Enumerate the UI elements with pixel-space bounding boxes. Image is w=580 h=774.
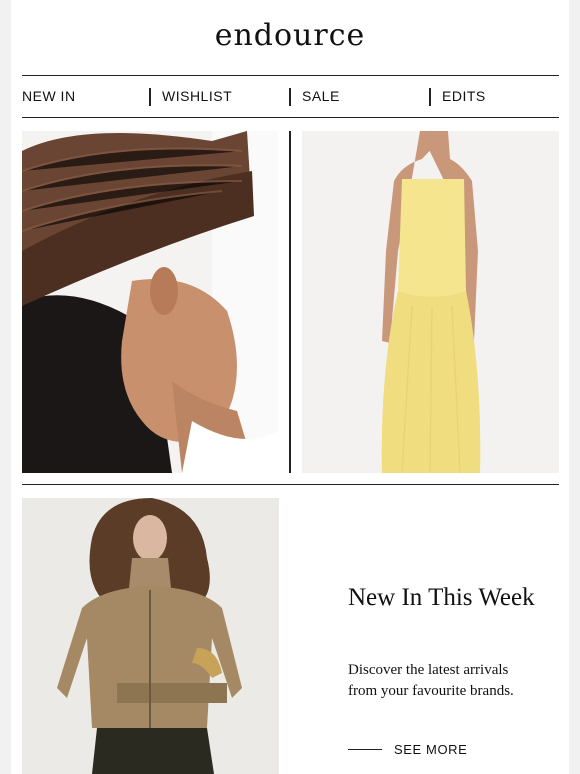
nav-separator xyxy=(429,88,431,106)
main-nav: NEW IN WISHLIST SALE EDITS xyxy=(22,77,559,117)
nav-item-sale[interactable]: SALE xyxy=(302,88,340,104)
brand-logo[interactable]: endource xyxy=(11,18,569,53)
see-more-link[interactable]: SEE MORE xyxy=(348,740,467,758)
dress-product-image[interactable] xyxy=(302,131,559,473)
image-divider xyxy=(289,131,291,473)
jacket-product-image[interactable] xyxy=(22,498,279,774)
nav-item-edits[interactable]: EDITS xyxy=(442,88,486,104)
promo-title: New In This Week xyxy=(348,584,535,611)
nav-separator xyxy=(289,88,291,106)
woven-hat-illustration xyxy=(22,131,278,473)
see-more-label: SEE MORE xyxy=(394,741,468,757)
nav-bottom-divider xyxy=(22,117,559,118)
section-divider xyxy=(22,484,559,485)
arrow-line-icon xyxy=(348,748,382,750)
promo-description: Discover the latest arrivals from your f… xyxy=(348,662,514,699)
nav-item-new-in[interactable]: NEW IN xyxy=(22,88,76,104)
nav-item-wishlist[interactable]: WISHLIST xyxy=(162,88,232,104)
khaki-jacket-illustration xyxy=(22,498,279,774)
email-page: endource NEW IN WISHLIST SALE EDITS New … xyxy=(11,0,569,774)
nav-separator xyxy=(149,88,151,106)
yellow-dress-illustration xyxy=(302,131,559,473)
hat-product-image[interactable] xyxy=(22,131,278,473)
top-divider xyxy=(22,75,559,76)
